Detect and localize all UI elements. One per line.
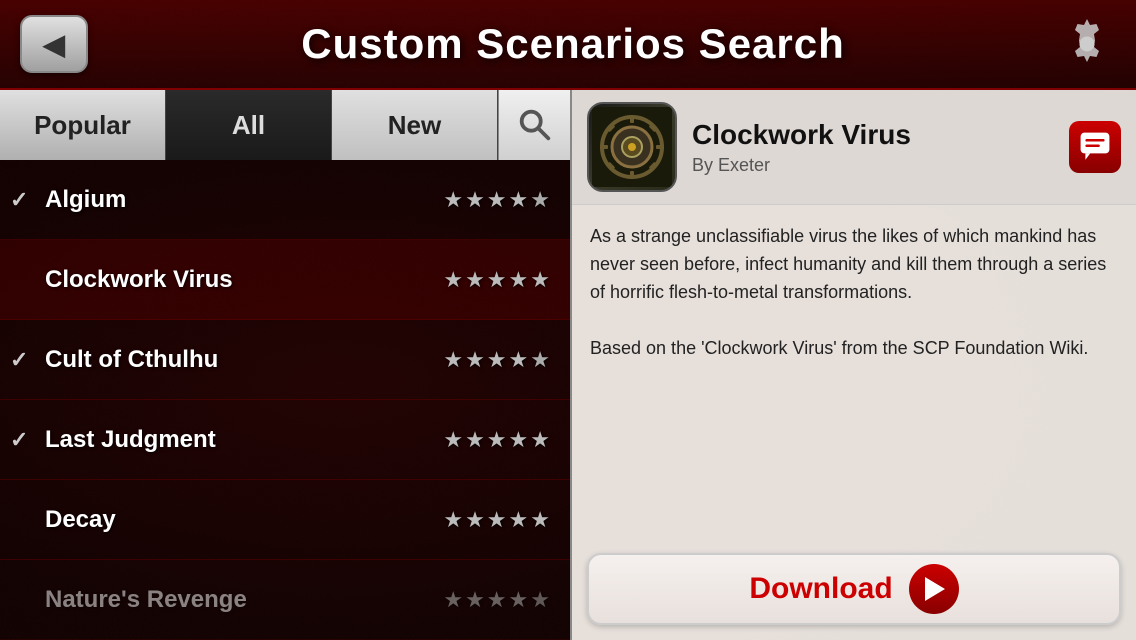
download-label: Download (749, 572, 892, 606)
description-text: As a strange unclassifiable virus the li… (590, 223, 1118, 362)
star-icon: ★ (487, 267, 507, 293)
list-item[interactable]: ✓ Last Judgment ★ ★ ★ ★ ★ (0, 400, 570, 480)
left-panel: Popular All New ✓ Algium ★ (0, 90, 570, 640)
star-icon: ★ (487, 187, 507, 213)
tab-all[interactable]: All (166, 90, 332, 160)
star-icon: ★ (509, 267, 529, 293)
star-icon: ★ (443, 427, 463, 453)
star-icon: ★ (443, 587, 463, 613)
search-button[interactable] (498, 90, 570, 160)
star-icon: ★ (465, 347, 485, 373)
gear-icon (1062, 19, 1112, 69)
play-icon (909, 564, 959, 614)
star-icon: ★ (443, 187, 463, 213)
clockwork-icon (592, 107, 672, 187)
star-icon: ★ (530, 427, 550, 453)
star-icon: ★ (465, 427, 485, 453)
checkmark-icon: ✓ (10, 427, 40, 453)
scenario-icon (587, 102, 677, 192)
scenario-list: ✓ Algium ★ ★ ★ ★ ★ Clockwork Virus ★ ★ ★… (0, 160, 570, 640)
tab-popular[interactable]: Popular (0, 90, 166, 160)
list-item[interactable]: ✓ Cult of Cthulhu ★ ★ ★ ★ ★ (0, 320, 570, 400)
header: ◀ Custom Scenarios Search (0, 0, 1136, 90)
checkmark-icon: ✓ (10, 347, 40, 373)
right-panel: Clockwork Virus By Exeter As a strange u… (570, 90, 1136, 640)
star-icon: ★ (530, 187, 550, 213)
star-icon: ★ (530, 347, 550, 373)
star-icon: ★ (487, 587, 507, 613)
star-icon: ★ (530, 507, 550, 533)
main-content: Popular All New ✓ Algium ★ (0, 90, 1136, 640)
play-triangle-icon (925, 577, 945, 601)
star-icon: ★ (465, 187, 485, 213)
download-area: Download (572, 543, 1136, 640)
star-icon: ★ (530, 267, 550, 293)
list-item[interactable]: Clockwork Virus ★ ★ ★ ★ ★ (0, 240, 570, 320)
star-icon: ★ (487, 507, 507, 533)
detail-header: Clockwork Virus By Exeter (572, 90, 1136, 205)
back-button[interactable]: ◀ (20, 15, 88, 73)
list-item[interactable]: ✓ Algium ★ ★ ★ ★ ★ (0, 160, 570, 240)
star-icon: ★ (509, 187, 529, 213)
chat-button[interactable] (1069, 121, 1121, 173)
detail-body: As a strange unclassifiable virus the li… (572, 205, 1136, 543)
star-icon: ★ (465, 587, 485, 613)
scenario-title: Clockwork Virus (692, 119, 1054, 151)
scenario-author: By Exeter (692, 155, 1054, 176)
rating-stars: ★ ★ ★ ★ ★ (443, 427, 550, 453)
star-icon: ★ (530, 587, 550, 613)
download-button[interactable]: Download (587, 553, 1121, 625)
tabs-bar: Popular All New (0, 90, 570, 160)
back-arrow-icon: ◀ (43, 28, 65, 61)
star-icon: ★ (487, 427, 507, 453)
page-title: Custom Scenarios Search (301, 20, 845, 68)
tab-new[interactable]: New (332, 90, 498, 160)
star-icon: ★ (509, 347, 529, 373)
star-icon: ★ (465, 507, 485, 533)
chat-icon (1079, 131, 1111, 163)
rating-stars: ★ ★ ★ ★ ★ (443, 587, 550, 613)
rating-stars: ★ ★ ★ ★ ★ (443, 187, 550, 213)
rating-stars: ★ ★ ★ ★ ★ (443, 267, 550, 293)
search-icon (516, 106, 554, 144)
checkmark-icon: ✓ (10, 187, 40, 213)
scenario-info: Clockwork Virus By Exeter (692, 119, 1054, 176)
rating-stars: ★ ★ ★ ★ ★ (443, 507, 550, 533)
list-item[interactable]: Decay ★ ★ ★ ★ ★ (0, 480, 570, 560)
star-icon: ★ (509, 507, 529, 533)
rating-stars: ★ ★ ★ ★ ★ (443, 347, 550, 373)
star-icon: ★ (465, 267, 485, 293)
star-icon: ★ (487, 347, 507, 373)
star-icon: ★ (443, 267, 463, 293)
star-icon: ★ (509, 427, 529, 453)
star-icon: ★ (443, 347, 463, 373)
settings-button[interactable] (1058, 15, 1116, 73)
star-icon: ★ (509, 587, 529, 613)
list-item[interactable]: Nature's Revenge ★ ★ ★ ★ ★ (0, 560, 570, 640)
star-icon: ★ (443, 507, 463, 533)
